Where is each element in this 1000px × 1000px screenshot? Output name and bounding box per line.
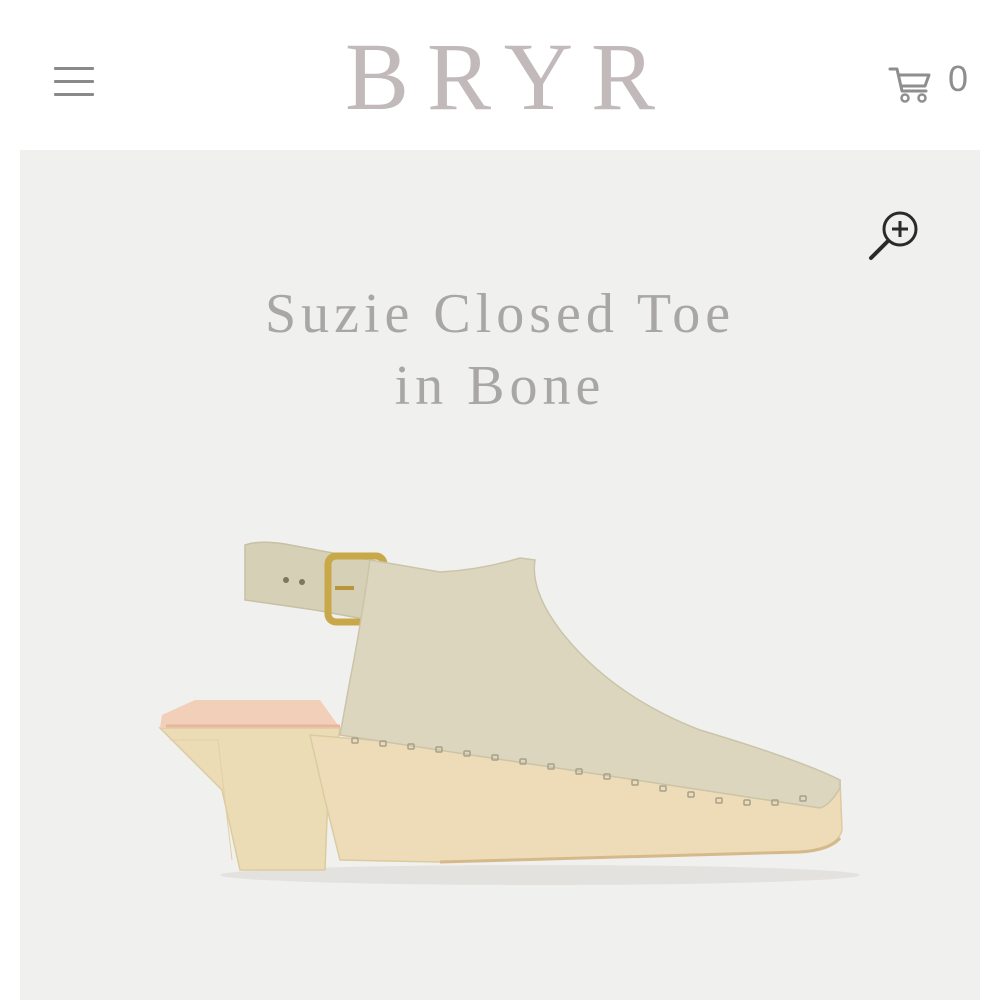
cart-count: 0 (948, 58, 969, 99)
product-title-line-1: Suzie Closed Toe (264, 283, 736, 345)
zoom-button[interactable] (865, 205, 925, 265)
brand-logo[interactable]: BRYR (250, 22, 750, 132)
menu-button[interactable] (46, 58, 102, 106)
site-header: BRYR 0 (0, 0, 1000, 150)
cart-button[interactable]: 0 (880, 55, 985, 110)
zoom-in-icon (869, 211, 918, 260)
product-title-line-2: in Bone (394, 355, 606, 417)
product-gallery: Suzie Closed Toe in Bone (20, 150, 980, 1000)
shopping-cart-icon (888, 67, 931, 103)
product-title: Suzie Closed Toe in Bone (100, 278, 900, 422)
product-image[interactable] (140, 530, 860, 1000)
